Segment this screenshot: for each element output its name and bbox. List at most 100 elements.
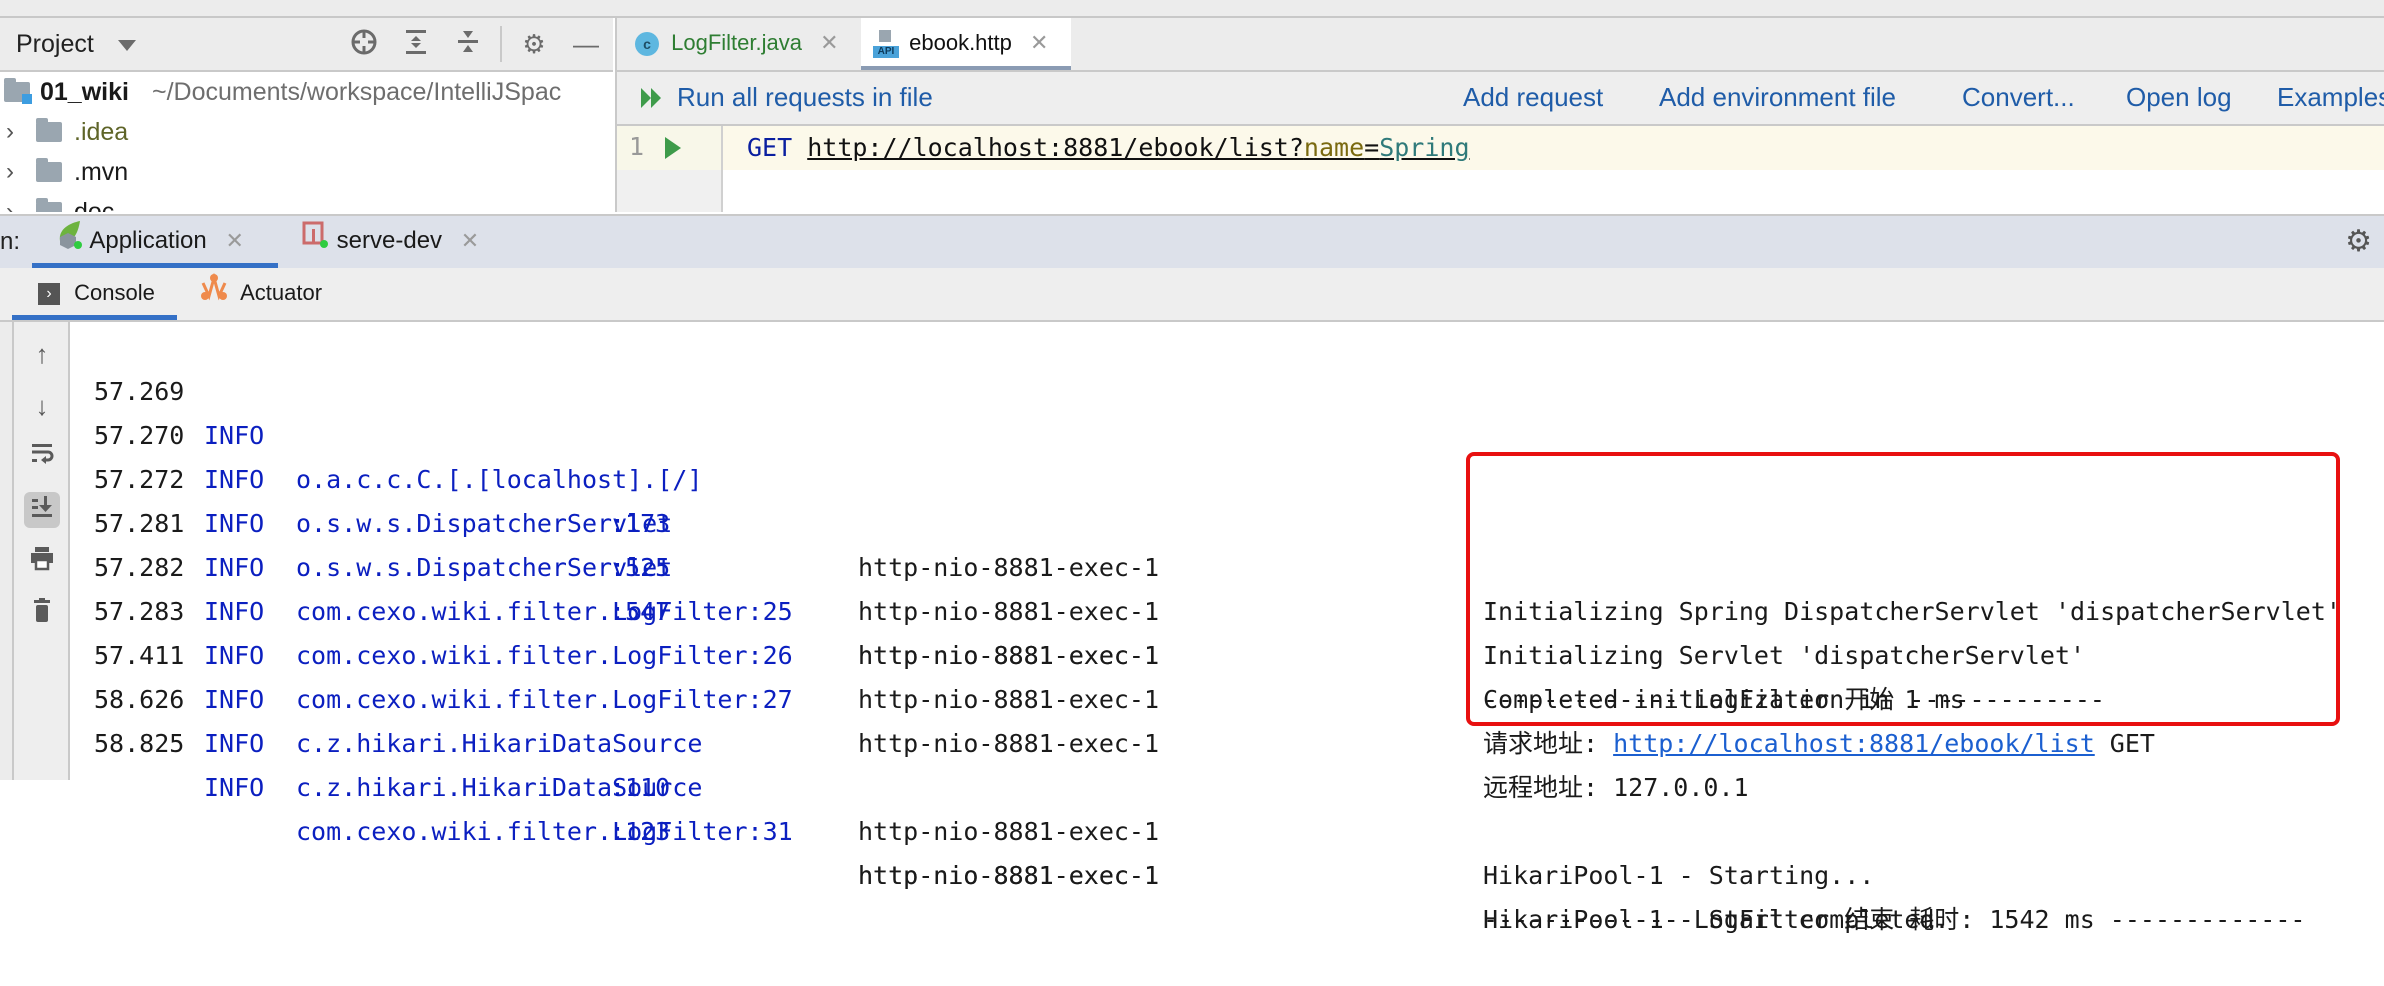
request-url[interactable]: http://localhost:8881/ebook/list?name=Sp… <box>807 133 1469 162</box>
add-request-link[interactable]: Add request <box>1463 82 1603 113</box>
subtab-console[interactable]: › Console <box>12 268 177 320</box>
line-number: 1 <box>629 132 645 161</box>
query-equals: = <box>1364 133 1380 162</box>
npm-icon <box>302 217 330 267</box>
module-path: ~/Documents/workspace/IntelliJSpac <box>152 78 562 106</box>
log-row: 57.270 INFO o.s.w.s.DispatcherServlet :5… <box>70 370 2085 670</box>
log-thread: http-nio-8881-exec-1 <box>858 641 1160 670</box>
log-row: 58.626 INFO c.z.hikari.HikariDataSource … <box>70 634 1950 934</box>
chevron-right-icon[interactable]: › <box>6 193 14 212</box>
tab-label: serve-dev <box>336 227 443 254</box>
log-logger: c.z.hikari.HikariDataSource <box>296 729 703 758</box>
main-toolbar <box>0 0 2384 18</box>
http-client-toolbar: Run all requests in file Add request Add… <box>615 72 2384 126</box>
log-thread: http-nio-8881-exec-1 <box>858 729 1160 758</box>
gear-icon[interactable]: ⚙ <box>2345 224 2372 259</box>
log-thread: http-nio-8881-exec-1 <box>858 861 1160 890</box>
log-thread: http-nio-8881-exec-1 <box>858 685 1160 714</box>
gear-icon[interactable]: ⚙ <box>518 28 550 60</box>
locate-icon[interactable] <box>348 28 380 60</box>
folder-name: doc <box>74 198 115 212</box>
request-url-link[interactable]: http://localhost:8881/ebook/list <box>1613 729 2095 758</box>
down-arrow-icon[interactable]: ↓ <box>24 388 60 424</box>
editor-area[interactable]: 1 GET http://localhost:8881/ebook/list?n… <box>615 126 2384 212</box>
query-param-value: Spring <box>1379 133 1470 162</box>
folder-icon <box>36 118 62 142</box>
current-line: GET http://localhost:8881/ebook/list?nam… <box>723 126 2384 170</box>
soft-wrap-icon[interactable] <box>24 440 60 476</box>
close-icon[interactable]: ✕ <box>225 228 243 253</box>
log-message-prefix: 请求地址: <box>1483 729 1614 758</box>
minimize-icon[interactable]: — <box>570 28 602 60</box>
log-message-suffix: GET <box>2094 729 2155 758</box>
run-tab-serve-dev[interactable]: serve-dev ✕ <box>302 216 479 268</box>
log-row: 57.283 INFO com.cexo.wiki.filter.LogFilt… <box>70 546 1749 802</box>
trash-icon[interactable] <box>24 596 60 632</box>
chevron-down-icon[interactable] <box>118 40 136 51</box>
log-level: INFO <box>204 685 265 714</box>
add-environment-file-link[interactable]: Add environment file <box>1659 82 1896 113</box>
examples-link[interactable]: Examples <box>2277 82 2384 113</box>
editor-tab-bar: c LogFilter.java ✕ API ebook.http ✕ <box>615 18 2384 72</box>
log-row: 58.825 INFO com.cexo.wiki.filter.LogFilt… <box>70 678 2305 934</box>
up-arrow-icon[interactable]: ↑ <box>24 336 60 372</box>
log-message: 请求地址: http://localhost:8881/ebook/list G… <box>1483 722 2155 766</box>
expand-all-icon[interactable] <box>400 28 432 60</box>
print-icon[interactable] <box>24 544 60 580</box>
editor-gutter: 1 <box>617 126 723 212</box>
close-icon[interactable]: ✕ <box>1030 30 1048 55</box>
log-logger: com.cexo.wiki.filter.LogFilter:26 <box>296 641 793 670</box>
tab-label: ebook.http <box>909 30 1012 55</box>
chevron-right-icon[interactable]: › <box>6 153 14 191</box>
log-logger: o.s.w.s.DispatcherServlet <box>296 509 673 538</box>
log-logger: com.cexo.wiki.filter.LogFilter:31 <box>296 817 793 846</box>
subtab-actuator[interactable]: Actuator <box>200 268 322 320</box>
console-icon: › <box>38 283 60 306</box>
log-level: INFO <box>204 421 265 450</box>
module-badge-icon <box>22 94 32 104</box>
actuator-icon <box>200 269 228 319</box>
folder-icon <box>36 198 62 212</box>
tab-label: LogFilter.java <box>671 30 802 55</box>
log-thread: http-nio-8881-exec-1 <box>858 597 1160 626</box>
run-all-icon[interactable] <box>639 84 667 117</box>
log-logger: com.cexo.wiki.filter.LogFilter:27 <box>296 685 793 714</box>
tab-label: Application <box>89 227 207 254</box>
log-message: 远程地址: 127.0.0.1 <box>1483 773 1749 802</box>
tab-ebook-http[interactable]: API ebook.http ✕ <box>861 18 1071 70</box>
log-level: INFO <box>204 553 265 582</box>
collapse-all-icon[interactable] <box>452 28 484 60</box>
chevron-right-icon[interactable]: › <box>6 113 14 151</box>
log-level: INFO <box>204 729 265 758</box>
log-message: ------------- LogFilter 结束 耗时: 1542 ms -… <box>1483 905 2306 934</box>
run-all-requests-link[interactable]: Run all requests in file <box>677 82 933 113</box>
folder-name: .mvn <box>74 158 129 186</box>
log-row: 57.269 INFO o.a.c.c.C.[.[localhost].[/] … <box>70 326 2341 626</box>
tab-logfilter-java[interactable]: c LogFilter.java ✕ <box>635 18 839 70</box>
log-logger: o.s.w.s.DispatcherServlet <box>296 553 673 582</box>
log-time: 58.825 <box>94 729 185 758</box>
convert-link[interactable]: Convert... <box>1962 82 2075 113</box>
request-line[interactable]: GET http://localhost:8881/ebook/list?nam… <box>747 133 1470 162</box>
run-subtab-bar: › Console Actuator <box>0 268 2384 322</box>
log-level: INFO <box>204 773 265 802</box>
log-row: 57.282 INFO com.cexo.wiki.filter.LogFilt… <box>70 502 2155 758</box>
console-side-toolbar: ↑ ↓ <box>14 322 70 780</box>
scroll-to-end-icon[interactable] <box>24 492 60 528</box>
http-method: GET <box>747 133 793 162</box>
log-row: 57.411 INFO c.z.hikari.HikariDataSource … <box>70 590 1874 890</box>
close-icon[interactable]: ✕ <box>461 228 479 253</box>
tab-label: Console <box>74 280 155 305</box>
run-request-icon[interactable] <box>663 135 683 166</box>
log-level: INFO <box>204 641 265 670</box>
open-log-link[interactable]: Open log <box>2126 82 2232 113</box>
run-tab-application[interactable]: Application ✕ <box>32 216 278 268</box>
log-level: INFO <box>204 597 265 626</box>
close-icon[interactable]: ✕ <box>820 30 838 55</box>
query-param-name: name <box>1303 133 1365 162</box>
project-view-selector[interactable]: Project <box>16 30 94 59</box>
log-logger: o.a.c.c.C.[.[localhost].[/] <box>296 465 703 494</box>
url-base: http://localhost:8881/ebook/list? <box>807 133 1304 162</box>
left-edge-strip <box>0 322 14 780</box>
log-row: 57.272 INFO o.s.w.s.DispatcherServlet :5… <box>70 414 1965 714</box>
